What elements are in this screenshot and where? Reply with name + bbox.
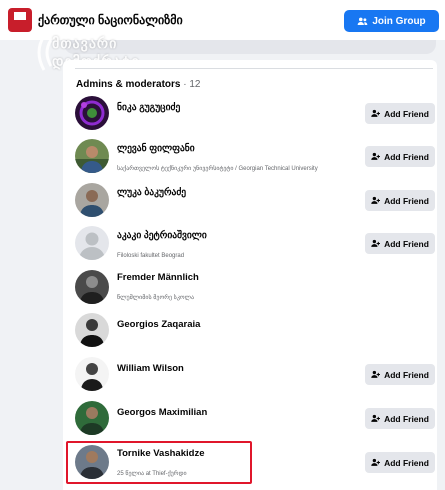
- member-row: Georgios Zaqaraia: [75, 313, 435, 353]
- add-friend-icon: [371, 109, 381, 117]
- join-group-button[interactable]: Join Group: [344, 10, 439, 32]
- member-row: Fremder Männlich წლუმლიმის მეორე სკოლა: [75, 270, 435, 310]
- add-friend-button[interactable]: Add Friend: [365, 364, 435, 385]
- add-friend-icon: [371, 414, 381, 422]
- add-friend-icon: [371, 196, 381, 204]
- member-subtitle: Filoloski fakultet Beograd: [117, 253, 185, 259]
- group-title[interactable]: ქართული ნაციონალიზმი: [38, 13, 183, 27]
- group-search-bar[interactable]: [64, 40, 436, 54]
- add-friend-icon: [371, 458, 381, 466]
- add-friend-button[interactable]: Add Friend: [365, 190, 435, 211]
- add-friend-icon: [371, 152, 381, 160]
- member-avatar[interactable]: [75, 445, 109, 479]
- member-subtitle: საქართველოს ტექნიკური უნივერსიტეტი / Geo…: [117, 166, 318, 172]
- member-avatar[interactable]: [75, 226, 109, 260]
- member-avatar[interactable]: [75, 139, 109, 173]
- join-group-label: Join Group: [372, 15, 426, 27]
- member-subtitle: 25 წელია at Thief-ქურდი: [117, 471, 187, 477]
- member-name[interactable]: Tornike Vashakidze: [117, 448, 204, 459]
- member-name[interactable]: Georgos Maximilian: [117, 407, 207, 418]
- member-name[interactable]: ლუკა ბაკურაძე: [117, 187, 186, 198]
- member-avatar[interactable]: [75, 96, 109, 130]
- member-avatar[interactable]: [75, 270, 109, 304]
- member-subtitle: წლუმლიმის მეორე სკოლა: [117, 295, 195, 301]
- group-header: ქართული ნაციონალიზმი Join Group: [0, 0, 445, 40]
- member-avatar[interactable]: [75, 313, 109, 347]
- admins-title: Admins & moderators: [76, 79, 181, 90]
- add-friend-button[interactable]: Add Friend: [365, 103, 435, 124]
- member-name[interactable]: Georgios Zaqaraia: [117, 319, 200, 330]
- add-friend-button[interactable]: Add Friend: [365, 408, 435, 429]
- member-name[interactable]: ლევან ფილფანი: [117, 143, 195, 154]
- section-divider: [75, 68, 433, 69]
- group-avatar[interactable]: [8, 8, 32, 32]
- add-friend-icon: [371, 239, 381, 247]
- member-name[interactable]: William Wilson: [117, 363, 184, 374]
- add-friend-button[interactable]: Add Friend: [365, 146, 435, 167]
- member-name[interactable]: ნიკა გუგუციძე: [117, 102, 180, 113]
- admins-section-header: Admins & moderators · 12: [76, 79, 201, 90]
- people-icon: [358, 17, 368, 25]
- add-friend-icon: [371, 370, 381, 378]
- add-friend-button[interactable]: Add Friend: [365, 233, 435, 254]
- member-name[interactable]: Fremder Männlich: [117, 272, 199, 283]
- member-avatar[interactable]: [75, 183, 109, 217]
- member-name[interactable]: აკაკი პეტრიაშვილი: [117, 230, 207, 241]
- member-avatar[interactable]: [75, 401, 109, 435]
- add-friend-button[interactable]: Add Friend: [365, 452, 435, 473]
- admins-count: 12: [189, 79, 201, 90]
- member-avatar[interactable]: [75, 357, 109, 391]
